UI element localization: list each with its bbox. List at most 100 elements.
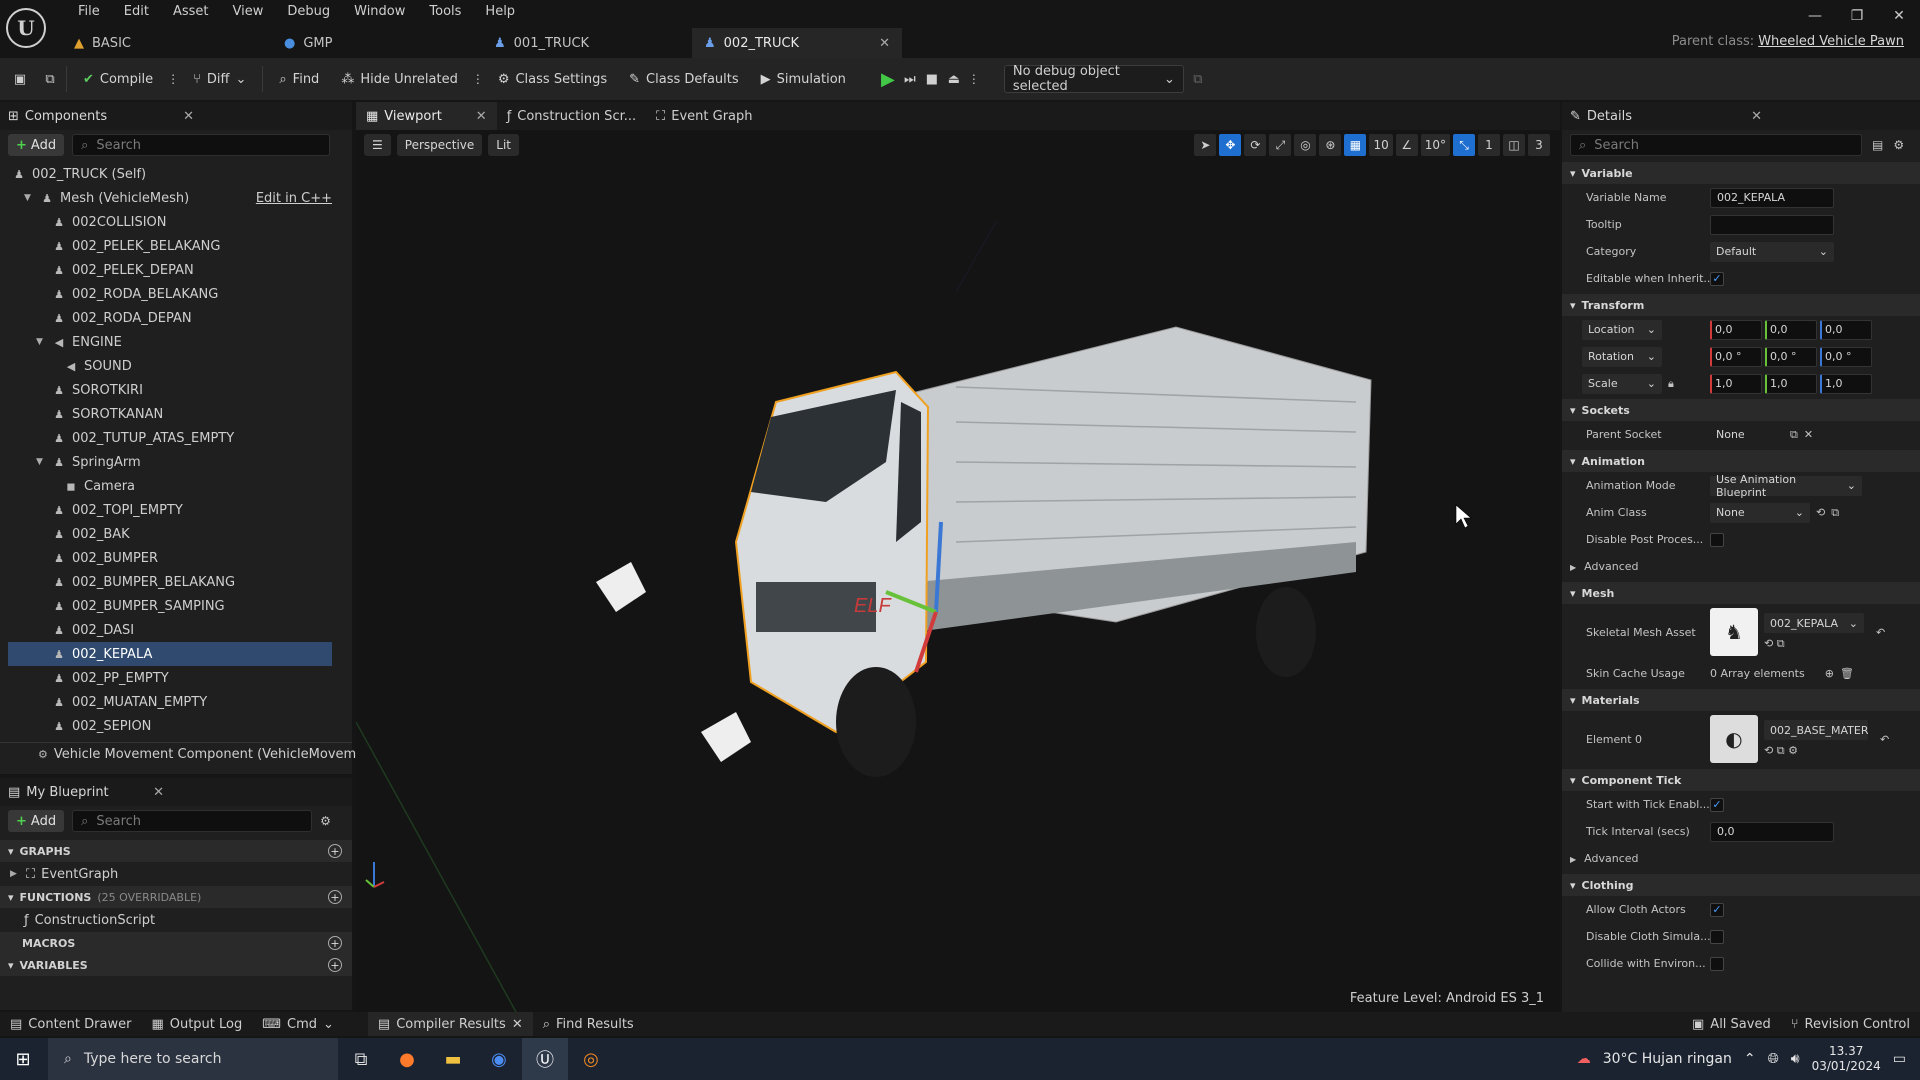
add-graph-icon[interactable]: + (328, 844, 342, 858)
rotation-x[interactable]: 0,0 ° (1710, 346, 1762, 367)
component-item[interactable]: ♟ 002_SEPION (8, 714, 332, 738)
unreal-logo-icon[interactable]: U (6, 8, 46, 48)
find-results-tab[interactable]: ⌕ Find Results (533, 1012, 644, 1036)
graphs-section[interactable]: ▾ GRAPHS + (0, 840, 352, 862)
blender-icon[interactable]: ◎ (568, 1038, 614, 1080)
reset-icon[interactable]: ↶ (1876, 626, 1885, 639)
component-item[interactable]: ◀ SOUND (8, 354, 332, 378)
windows-start-icon[interactable]: ⊞ (0, 1038, 46, 1080)
add-variable-icon[interactable]: + (328, 958, 342, 972)
taskbar-search-input[interactable]: ⌕ Type here to search (48, 1038, 338, 1080)
rotation-mode-select[interactable]: Rotation ⌄ (1582, 346, 1662, 367)
surface-snap-icon[interactable]: ⊛ (1319, 134, 1342, 156)
menu-debug[interactable]: Debug (275, 2, 342, 22)
add-macro-icon[interactable]: + (328, 936, 342, 950)
use-selected-icon[interactable]: ⟲ (1816, 506, 1825, 519)
menu-file[interactable]: File (66, 2, 112, 22)
disable-cloth-simulation-checkbox[interactable] (1710, 929, 1724, 944)
browse-icon[interactable]: ⧉ (1777, 744, 1785, 757)
scale-mode-select[interactable]: Scale ⌄ (1582, 373, 1662, 394)
play-icon[interactable]: ▶ (880, 69, 896, 90)
compiler-results-tab[interactable]: ▤ Compiler Results ✕ (367, 1012, 533, 1036)
diff-button[interactable]: ⑂ Diff ⌄ (185, 64, 254, 94)
tab-event-graph[interactable]: ⛶ Event Graph (646, 102, 762, 130)
anim-class-select[interactable]: None ⌄ (1710, 502, 1810, 523)
add-function-icon[interactable]: + (328, 890, 342, 904)
transform-section[interactable]: ▾ Transform (1562, 294, 1920, 316)
menu-edit[interactable]: Edit (112, 2, 161, 22)
animation-mode-select[interactable]: Use Animation Blueprint ⌄ (1710, 473, 1862, 499)
task-view-icon[interactable]: ⧉ (338, 1038, 384, 1080)
close-icon[interactable]: ✕ (476, 109, 487, 124)
browse-icon[interactable]: ⧉ (42, 71, 58, 87)
event-graph-item[interactable]: ▶ ⛶ EventGraph (0, 862, 352, 886)
more-options-icon[interactable]: ⋮ (167, 72, 179, 86)
component-search-input[interactable]: ⌕ Search (72, 134, 331, 156)
component-item[interactable]: ♟ 002_PP_EMPTY (8, 666, 332, 690)
material-select[interactable]: 002_BASE_MATERIA (1764, 720, 1868, 740)
truck-3d-scene[interactable]: ELF (356, 162, 1560, 1012)
debug-browse-icon[interactable]: ⧉ (1190, 71, 1206, 87)
location-mode-select[interactable]: Location ⌄ (1582, 319, 1662, 340)
component-item[interactable]: ▼ ♟ SpringArm (8, 450, 332, 474)
tab-viewport[interactable]: ▦ Viewport ✕ (356, 102, 497, 130)
close-icon[interactable]: ✕ (879, 36, 890, 51)
material-options-icon[interactable]: ⚙ (1788, 744, 1798, 757)
restore-icon[interactable]: ❐ (1836, 0, 1878, 32)
variable-name-field[interactable]: 002_KEPALA (1710, 187, 1834, 208)
gear-icon[interactable]: ⚙ (1893, 138, 1904, 152)
chevron-down-icon[interactable]: ▼ (24, 193, 34, 203)
volume-icon[interactable]: 🔊︎ (1791, 1051, 1800, 1067)
weather-icon[interactable]: ☁ (1577, 1051, 1591, 1067)
close-icon[interactable]: ✕ (183, 109, 194, 124)
location-x[interactable]: 0,0 (1710, 319, 1762, 340)
content-drawer-button[interactable]: ▤ Content Drawer (0, 1012, 141, 1036)
component-item[interactable]: ♟ 002_PELEK_BELAKANG (8, 234, 332, 258)
world-local-icon[interactable]: ◎ (1294, 134, 1317, 156)
tab-002-truck[interactable]: ♟ 002_TRUCK ✕ (692, 28, 902, 58)
clock[interactable]: 13.37 03/01/2024 (1812, 1044, 1881, 1074)
tab-001-truck[interactable]: ♟ 001_TRUCK (482, 28, 692, 58)
simulation-button[interactable]: ▶ Simulation (753, 64, 854, 94)
component-item[interactable]: ♟ 002_BUMPER_BELAKANG (8, 570, 332, 594)
component-item[interactable]: ♟ SOROTKIRI (8, 378, 332, 402)
construction-script-item[interactable]: ƒ ConstructionScript (0, 908, 352, 932)
stop-icon[interactable]: ■ (924, 71, 940, 87)
firefox-icon[interactable]: ● (384, 1038, 430, 1080)
menu-tools[interactable]: Tools (417, 2, 473, 22)
weather-text[interactable]: 30°C Hujan ringan (1603, 1051, 1732, 1067)
category-select[interactable]: Default ⌄ (1710, 241, 1834, 262)
component-item[interactable]: ♟ 002_RODA_DEPAN (8, 306, 332, 330)
component-item[interactable]: ♟ 002_PELEK_DEPAN (8, 258, 332, 282)
lit-button[interactable]: Lit (488, 134, 519, 156)
edit-in-cpp-link[interactable]: Edit in C++ (256, 191, 332, 206)
all-saved-status[interactable]: ▣ All Saved (1682, 1012, 1781, 1036)
add-member-button[interactable]: + Add (8, 810, 65, 832)
menu-window[interactable]: Window (342, 2, 417, 22)
minimize-icon[interactable]: — (1794, 0, 1836, 32)
vehicle-movement-component[interactable]: ⚙ Vehicle Movement Component (VehicleMove… (0, 742, 378, 766)
scale-snap-icon[interactable]: ⤡ (1453, 134, 1475, 156)
component-item[interactable]: ♟ 002_BUMPER_SAMPING (8, 594, 332, 618)
rotation-y[interactable]: 0,0 ° (1765, 346, 1817, 367)
scale-icon[interactable]: ⤢ (1269, 134, 1292, 156)
browse-icon[interactable]: ⧉ (1831, 506, 1839, 520)
animation-advanced[interactable]: ▶ Advanced (1562, 553, 1920, 580)
allow-cloth-actors-checkbox[interactable]: ✓ (1710, 902, 1724, 917)
component-item[interactable]: ♟ 002_DASI (8, 618, 332, 642)
class-defaults-button[interactable]: ✎ Class Defaults (621, 64, 747, 94)
use-selected-icon[interactable]: ⟲ (1764, 744, 1773, 757)
parent-class-link[interactable]: Wheeled Vehicle Pawn (1758, 34, 1904, 49)
clear-icon[interactable]: ✕ (1804, 428, 1813, 441)
editable-when-inherited-checkbox[interactable]: ✓ (1710, 271, 1724, 286)
location-y[interactable]: 0,0 (1765, 319, 1817, 340)
more-options-icon[interactable]: ⋮ (968, 72, 980, 86)
rotate-icon[interactable]: ⟳ (1244, 134, 1267, 156)
cmd-select[interactable]: ⌨ Cmd ⌄ (252, 1012, 344, 1036)
component-item[interactable]: ♟ 002_RODA_BELAKANG (8, 282, 332, 306)
file-explorer-icon[interactable]: ▬ (430, 1038, 476, 1080)
tick-advanced[interactable]: ▶ Advanced (1562, 845, 1920, 872)
translate-icon[interactable]: ✥ (1219, 134, 1242, 156)
rotation-z[interactable]: 0,0 ° (1820, 346, 1872, 367)
output-log-button[interactable]: ▦ Output Log (141, 1012, 252, 1036)
